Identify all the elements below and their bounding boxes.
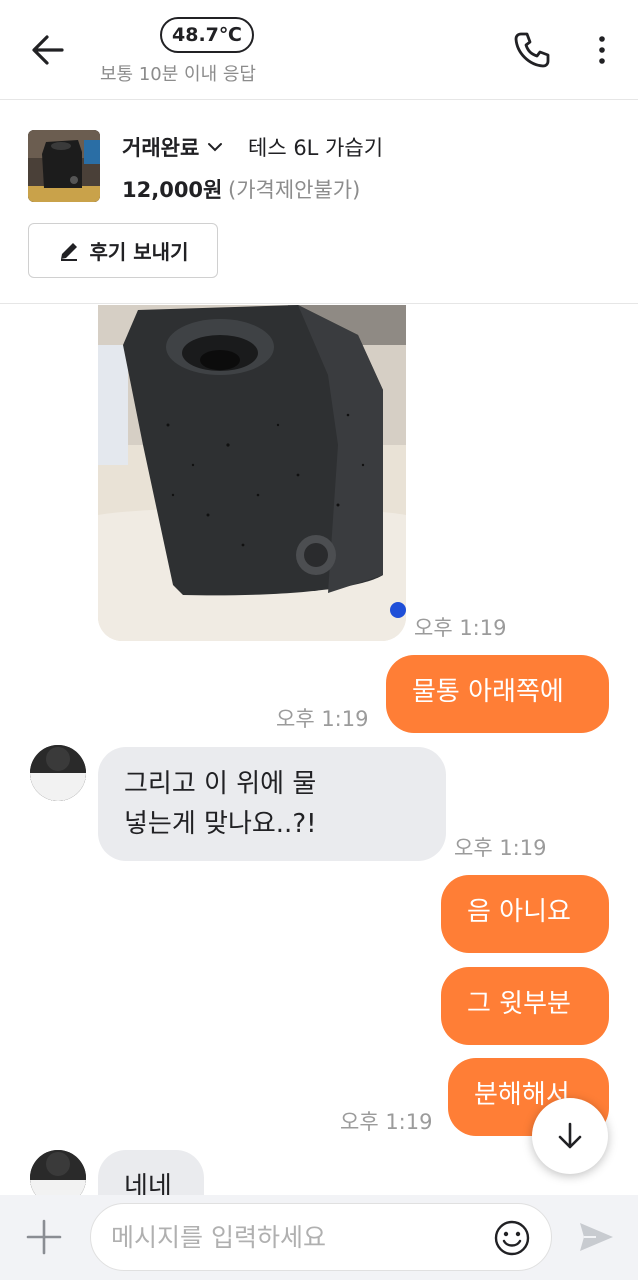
outgoing-message: 그 윗부분 [441, 967, 609, 1045]
product-thumbnail[interactable] [28, 130, 100, 202]
phone-icon [514, 32, 550, 68]
arrow-down-icon [558, 1122, 582, 1149]
back-arrow-icon [32, 35, 64, 65]
emoji-icon [494, 1220, 530, 1256]
message-input-bar [0, 1195, 638, 1280]
more-button[interactable] [584, 26, 620, 74]
partner-avatar[interactable] [30, 1150, 86, 1195]
message-time: 오후 1:19 [276, 707, 369, 731]
product-info-bar[interactable]: 거래완료 테스 6L 가습기 12,000원 (가격제안불가) 후기 보내기 [0, 100, 638, 304]
send-button[interactable] [572, 1213, 620, 1261]
manner-temperature-badge: 48.7℃ [160, 17, 254, 53]
price-offer-note: (가격제안불가) [228, 178, 361, 202]
product-name: 테스 6L 가습기 [248, 136, 384, 160]
trade-status-dropdown[interactable]: 거래완료 [122, 132, 223, 162]
chevron-down-icon [208, 143, 223, 152]
back-button[interactable] [24, 28, 72, 72]
incoming-message-line: 넣는게 맞나요..?! [124, 809, 317, 839]
pencil-icon [60, 242, 77, 261]
incoming-message-line: 그리고 이 위에 물 [124, 769, 317, 799]
plus-icon [26, 1219, 62, 1255]
outgoing-message: 물통 아래쪽에 [386, 655, 609, 733]
message-time: 오후 1:19 [340, 1110, 433, 1134]
emoji-button[interactable] [491, 1217, 533, 1259]
outgoing-message: 음 아니요 [441, 875, 609, 953]
call-button[interactable] [508, 26, 556, 74]
photo-message[interactable] [98, 305, 406, 641]
message-time: 오후 1:19 [414, 616, 507, 640]
message-input[interactable] [111, 1216, 481, 1258]
send-icon [580, 1223, 613, 1251]
incoming-message: 네네 [98, 1150, 204, 1195]
message-field-container [90, 1203, 552, 1271]
incoming-message: 그리고 이 위에 물 넣는게 맞나요..?! [98, 747, 446, 861]
send-review-label: 후기 보내기 [89, 240, 189, 264]
more-vertical-icon [599, 36, 605, 64]
attach-button[interactable] [20, 1213, 68, 1261]
partner-avatar[interactable] [30, 745, 86, 801]
trade-status-label: 거래완료 [122, 136, 200, 160]
scroll-to-bottom-button[interactable] [532, 1098, 608, 1174]
response-time-text: 보통 10분 이내 응답 [100, 64, 256, 85]
send-review-button[interactable]: 후기 보내기 [28, 223, 218, 278]
product-price: 12,000원 [122, 178, 223, 202]
chat-messages[interactable]: 오후 1:19 오후 1:19 물통 아래쪽에 그리고 이 위에 물 넣는게 맞… [0, 305, 638, 1195]
message-time: 오후 1:19 [454, 836, 547, 860]
chat-header: 48.7℃ 보통 10분 이내 응답 [0, 0, 638, 100]
